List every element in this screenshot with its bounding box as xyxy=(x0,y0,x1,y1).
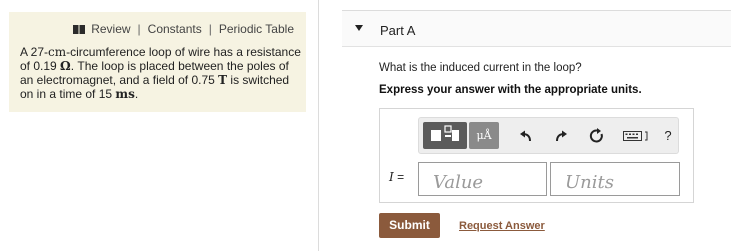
book-icon xyxy=(73,24,86,34)
templates-button[interactable] xyxy=(423,122,467,149)
help-button[interactable]: ? xyxy=(657,122,679,149)
undo-button[interactable] xyxy=(515,122,537,149)
question-text: What is the induced current in the loop? xyxy=(379,62,582,74)
unit-tesla: T xyxy=(218,73,228,87)
problem-text-5: . xyxy=(134,87,139,101)
problem-text-1: A 27- xyxy=(20,45,49,59)
units-input[interactable] xyxy=(550,162,680,196)
templates-icon xyxy=(431,125,459,141)
redo-icon xyxy=(556,130,567,141)
undo-icon xyxy=(520,130,531,141)
value-input[interactable] xyxy=(418,162,547,196)
unit-ohm: Ω xyxy=(60,59,71,73)
submit-button[interactable]: Submit xyxy=(379,213,440,238)
math-toolbar: μÅ ? xyxy=(418,117,679,154)
redo-button[interactable] xyxy=(550,122,572,149)
unit-cm: cm xyxy=(48,45,67,59)
part-title: Part A xyxy=(380,23,416,38)
instruction-text: Express your answer with the appropriate… xyxy=(379,84,642,96)
review-link[interactable]: Review xyxy=(91,22,130,36)
keyboard-button[interactable] xyxy=(621,122,651,149)
units-button[interactable]: μÅ xyxy=(469,122,499,149)
unit-ms: ms xyxy=(115,87,135,101)
keyboard-icon xyxy=(623,130,648,141)
variable-label: I = xyxy=(389,170,404,184)
request-answer-link[interactable]: Request Answer xyxy=(459,220,545,232)
problem-panel: Review | Constants | Periodic Table A 27… xyxy=(9,12,306,112)
problem-statement: A 27-cm-circumference loop of wire has a… xyxy=(20,45,302,101)
equals-sign: = xyxy=(393,170,405,184)
nav-separator: | xyxy=(137,22,141,36)
nav-separator: | xyxy=(208,22,212,36)
reset-button[interactable] xyxy=(586,122,608,149)
collapse-caret-icon[interactable] xyxy=(355,25,363,31)
reset-icon xyxy=(589,127,603,142)
part-a-header[interactable]: Part A xyxy=(342,11,731,47)
panel-divider xyxy=(318,0,319,251)
constants-link[interactable]: Constants xyxy=(148,22,202,36)
periodic-table-link[interactable]: Periodic Table xyxy=(219,22,294,36)
resource-nav: Review | Constants | Periodic Table xyxy=(73,22,294,36)
